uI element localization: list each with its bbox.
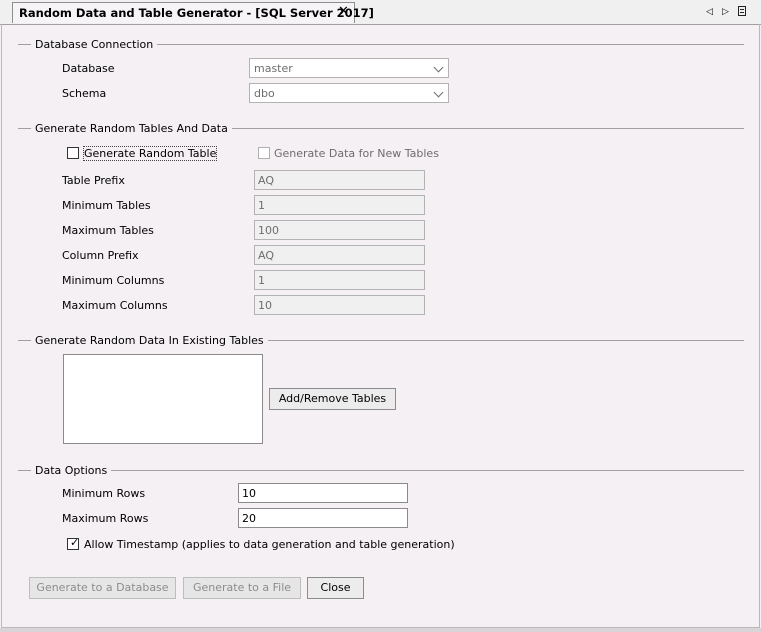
menu-icon[interactable] [738,6,746,16]
generate-data-new-tables-label: Generate Data for New Tables [274,147,439,160]
tab-title: Random Data and Table Generator - [SQL S… [19,6,374,20]
generate-random-table-label[interactable]: Generate Random Table [82,146,218,161]
table-prefix-field[interactable]: AQ [254,170,425,190]
generate-random-table-checkbox[interactable] [67,147,79,159]
schema-label: Schema [62,87,107,100]
generate-to-file-button[interactable]: Generate to a File [183,577,301,599]
close-icon[interactable]: ✕ [338,5,349,19]
section-divider [18,470,744,471]
column-prefix-label: Column Prefix [62,249,139,262]
allow-timestamp-label: Allow Timestamp (applies to data generat… [84,538,455,551]
database-label: Database [62,62,115,75]
chevron-down-icon [433,62,444,73]
section-title-random-tables: Generate Random Tables And Data [31,122,232,135]
minimum-columns-field[interactable]: 1 [254,270,425,290]
section-title-existing: Generate Random Data In Existing Tables [31,334,268,347]
chevron-down-icon [433,87,444,98]
bottom-border [0,628,761,632]
scroll-left-icon[interactable]: ◁ [706,7,713,17]
database-value: master [254,62,293,75]
generate-data-new-tables-checkbox[interactable] [258,147,270,159]
tab-strip: Random Data and Table Generator - [SQL S… [0,0,761,25]
minimum-tables-field[interactable]: 1 [254,195,425,215]
maximum-rows-field[interactable]: 20 [238,508,408,528]
schema-value: dbo [254,87,275,100]
maximum-columns-field[interactable]: 10 [254,295,425,315]
database-combo[interactable]: master [249,58,449,78]
tables-listbox[interactable] [63,354,263,444]
column-prefix-field[interactable]: AQ [254,245,425,265]
minimum-columns-label: Minimum Columns [62,274,165,287]
minimum-rows-field[interactable]: 10 [238,483,408,503]
maximum-tables-field[interactable]: 100 [254,220,425,240]
maximum-columns-label: Maximum Columns [62,299,168,312]
maximum-rows-label: Maximum Rows [62,512,149,525]
minimum-rows-label: Minimum Rows [62,487,146,500]
schema-combo[interactable]: dbo [249,83,449,103]
add-remove-tables-button[interactable]: Add/Remove Tables [269,388,396,410]
check-icon: ✓ [70,536,80,549]
section-title-data-options: Data Options [31,464,112,477]
minimum-tables-label: Minimum Tables [62,199,151,212]
allow-timestamp-checkbox[interactable]: ✓ [67,536,80,550]
generate-to-database-button[interactable]: Generate to a Database [29,577,176,599]
section-title-connection: Database Connection [31,38,158,51]
close-button[interactable]: Close [307,577,364,599]
scroll-right-icon[interactable]: ▷ [722,7,729,17]
maximum-tables-label: Maximum Tables [62,224,154,237]
document-tab[interactable]: Random Data and Table Generator - [SQL S… [12,2,374,23]
table-prefix-label: Table Prefix [62,174,125,187]
